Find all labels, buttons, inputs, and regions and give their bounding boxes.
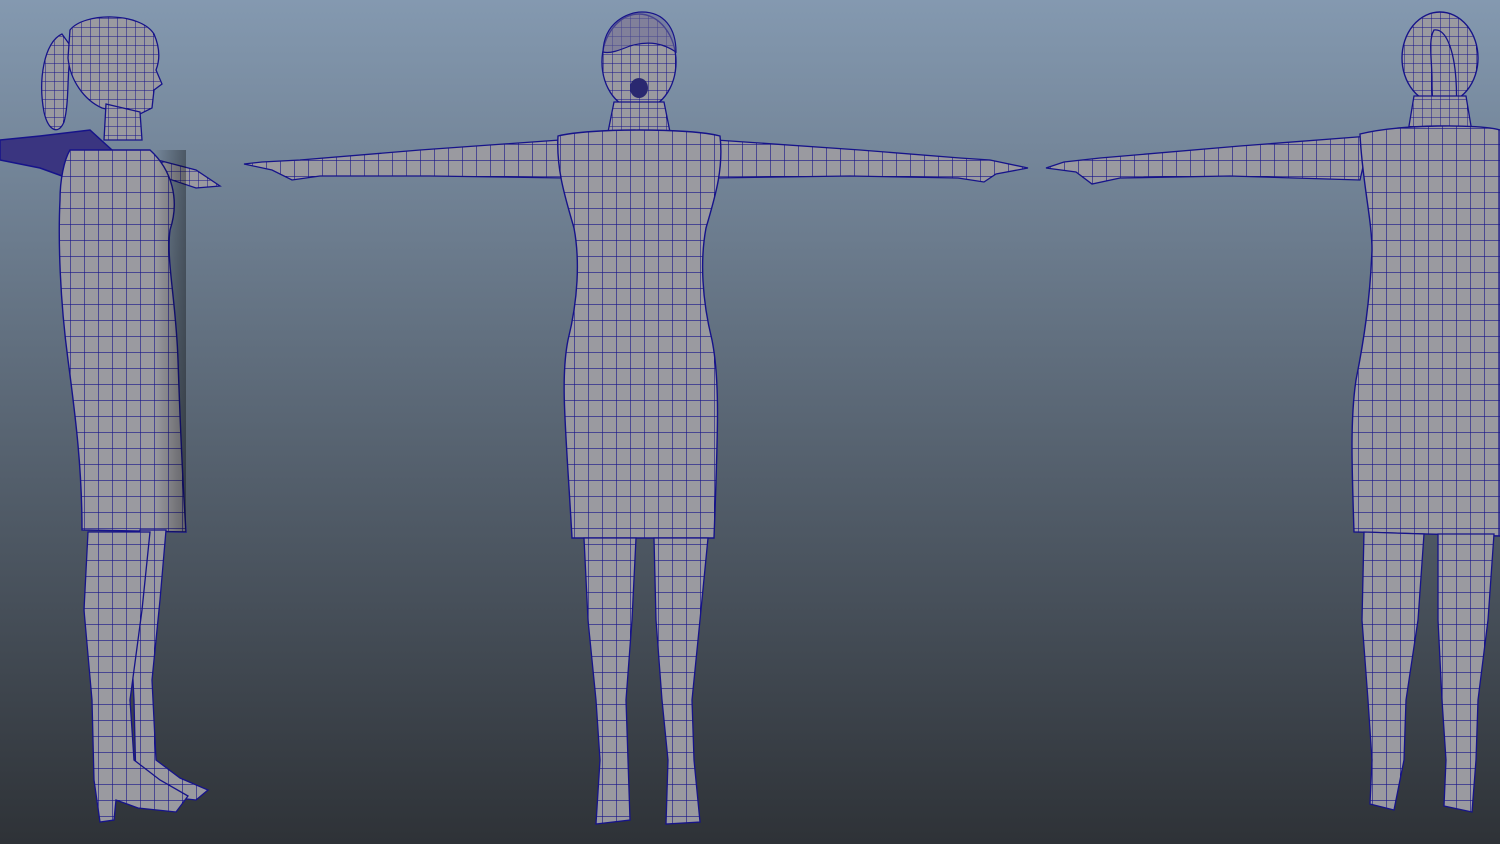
side-torso-shade xyxy=(60,150,186,532)
front-mouth xyxy=(630,78,648,98)
front-torso-dress xyxy=(557,129,722,539)
viewport-background xyxy=(0,0,1500,844)
front-neck xyxy=(607,101,671,133)
back-torso-dress xyxy=(1351,125,1500,537)
3d-viewport[interactable] xyxy=(0,0,1500,844)
viewport-canvas[interactable] xyxy=(0,0,1500,844)
